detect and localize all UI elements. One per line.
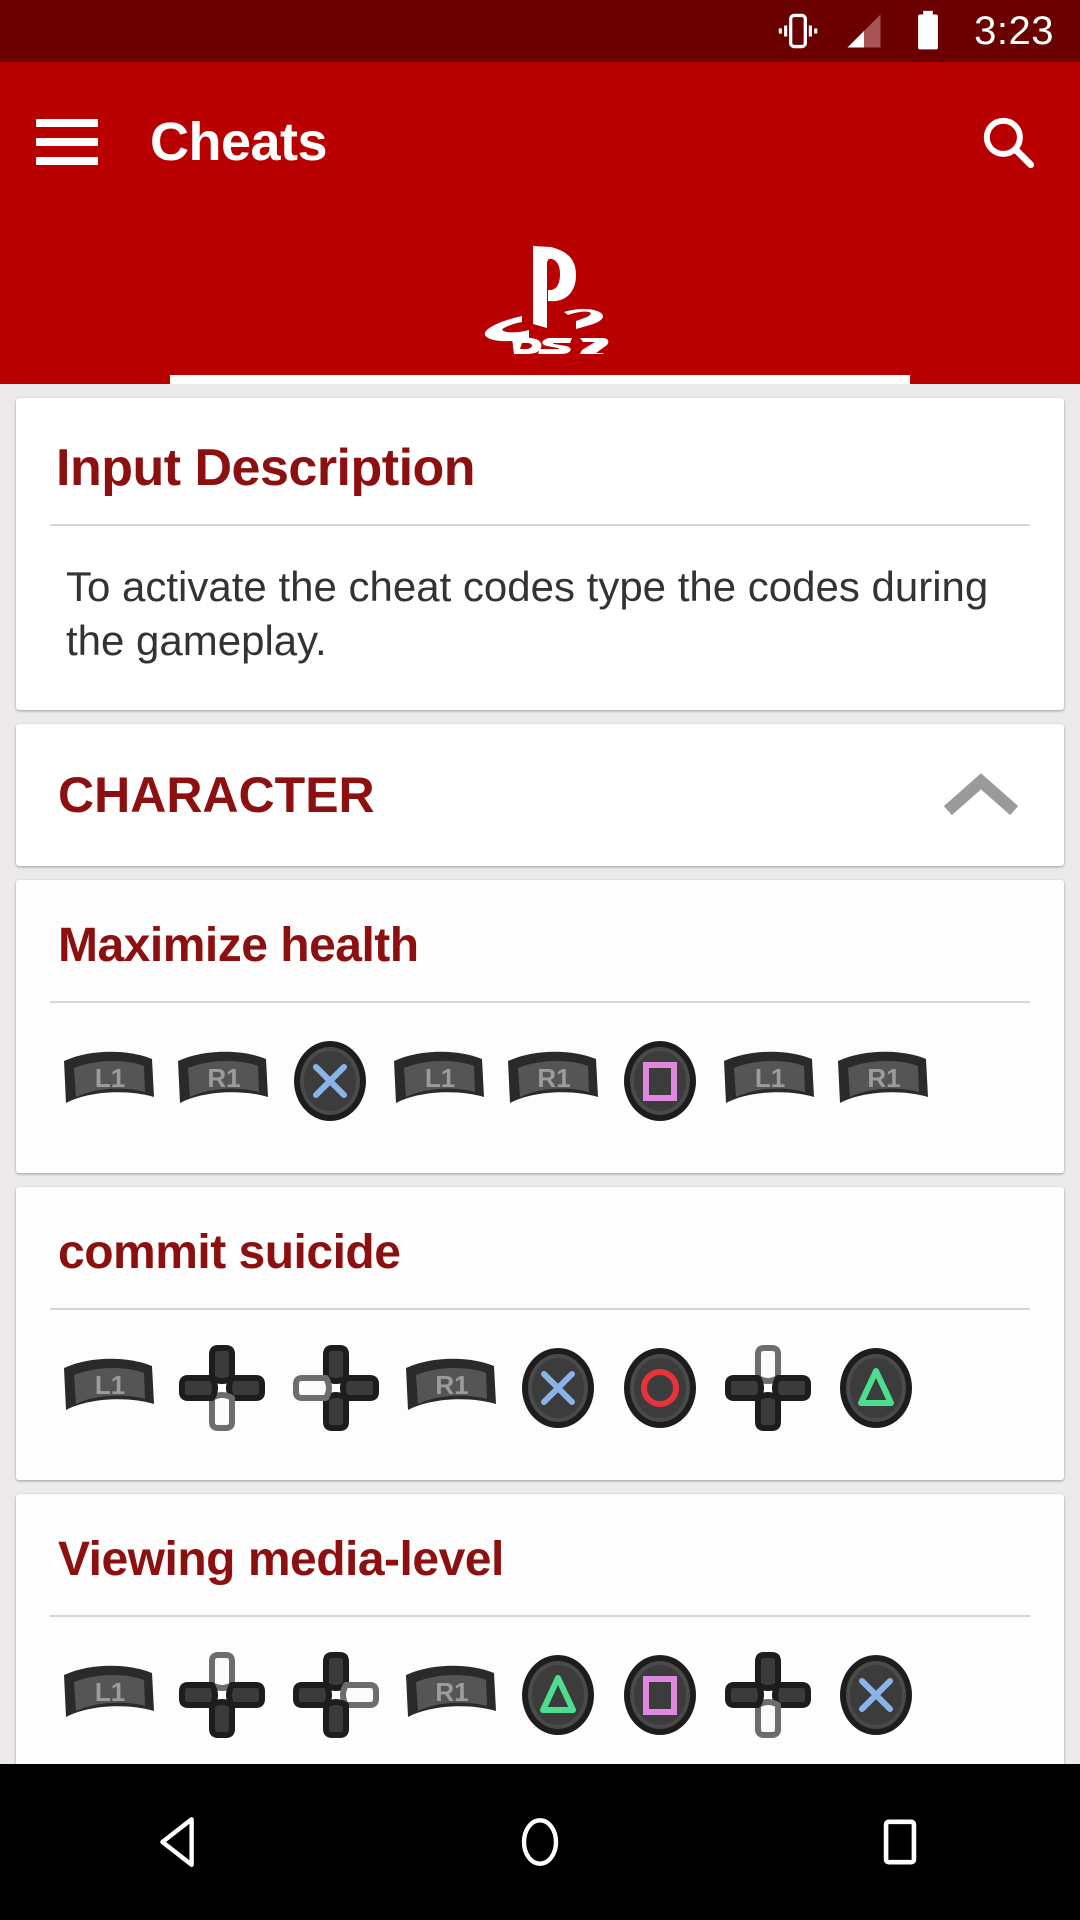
face-button-circle <box>624 1347 696 1428</box>
shoulder-button-l1: L1 <box>64 1358 154 1410</box>
dpad-down <box>725 1651 811 1738</box>
tab-ps2[interactable] <box>145 222 935 384</box>
cheat-title: Maximize health <box>58 918 419 972</box>
status-time: 3:23 <box>974 8 1054 53</box>
dpad-left <box>293 1344 379 1431</box>
app-toolbar: Cheats <box>0 62 1080 384</box>
input-description-title: Input Description <box>56 439 476 497</box>
cheat-card[interactable]: Maximize health L1 R1 L1 R1 L1 R1 <box>16 879 1064 1173</box>
status-bar: 3:23 <box>0 0 1080 62</box>
face-button-cross <box>522 1347 594 1428</box>
dpad-up <box>179 1651 265 1738</box>
battery-icon <box>908 9 948 53</box>
playstation-2-logo <box>456 230 624 359</box>
dpad-up <box>725 1344 811 1431</box>
cheat-card[interactable]: commit suicide L1 R1 <box>16 1186 1064 1480</box>
section-title: CHARACTER <box>58 766 375 823</box>
cheat-title: commit suicide <box>58 1225 401 1279</box>
shoulder-button-l1: L1 <box>64 1665 154 1717</box>
svg-text:L1: L1 <box>425 1063 455 1093</box>
svg-text:R1: R1 <box>867 1063 900 1093</box>
scroll-content[interactable]: Input Description To activate the cheat … <box>0 384 1080 1764</box>
shoulder-button-r1: R1 <box>838 1051 928 1103</box>
chevron-up-icon[interactable] <box>942 769 1020 821</box>
shoulder-button-r1: R1 <box>406 1665 496 1717</box>
face-button-square <box>624 1654 696 1735</box>
home-circle-icon[interactable] <box>470 1772 610 1912</box>
cheat-code-sequence: L1 R1 L1 R1 L1 R1 <box>16 1003 1064 1173</box>
recents-square-icon[interactable] <box>830 1772 970 1912</box>
back-triangle-icon[interactable] <box>110 1772 250 1912</box>
shoulder-button-r1: R1 <box>406 1358 496 1410</box>
face-button-triangle <box>522 1654 594 1735</box>
svg-text:L1: L1 <box>95 1063 125 1093</box>
svg-text:L1: L1 <box>755 1063 785 1093</box>
svg-text:L1: L1 <box>95 1370 125 1400</box>
svg-text:R1: R1 <box>207 1063 240 1093</box>
shoulder-button-l1: L1 <box>394 1051 484 1103</box>
shoulder-button-r1: R1 <box>178 1051 268 1103</box>
search-icon[interactable] <box>972 106 1044 178</box>
signal-icon <box>842 9 886 53</box>
tab-selected-indicator <box>170 375 910 384</box>
input-description-card: Input Description To activate the cheat … <box>16 398 1064 710</box>
cheat-code-sequence: L1 R1 <box>16 1617 1064 1765</box>
dpad-right <box>293 1651 379 1738</box>
svg-text:L1: L1 <box>95 1677 125 1707</box>
cheat-list: Maximize health L1 R1 L1 R1 L1 R1 commit suicid… <box>16 879 1064 1765</box>
android-navigation-bar <box>0 1764 1080 1920</box>
face-button-triangle <box>840 1347 912 1428</box>
section-header-character[interactable]: CHARACTER <box>16 723 1064 866</box>
tab-strip <box>0 222 1080 384</box>
cheat-title: Viewing media-level <box>58 1532 504 1586</box>
input-description-body: To activate the cheat codes type the cod… <box>66 563 989 664</box>
svg-text:R1: R1 <box>435 1370 468 1400</box>
hamburger-menu-icon[interactable] <box>36 119 98 165</box>
cheat-code-sequence: L1 R1 <box>16 1310 1064 1480</box>
svg-text:R1: R1 <box>435 1677 468 1707</box>
face-button-cross <box>294 1040 366 1121</box>
page-title: Cheats <box>150 112 328 172</box>
shoulder-button-l1: L1 <box>64 1051 154 1103</box>
face-button-square <box>624 1040 696 1121</box>
shoulder-button-r1: R1 <box>508 1051 598 1103</box>
shoulder-button-l1: L1 <box>724 1051 814 1103</box>
dpad-down <box>179 1344 265 1431</box>
face-button-cross <box>840 1654 912 1735</box>
vibrate-icon <box>776 9 820 53</box>
svg-text:R1: R1 <box>537 1063 570 1093</box>
cheat-card[interactable]: Viewing media-level L1 R1 <box>16 1493 1064 1765</box>
